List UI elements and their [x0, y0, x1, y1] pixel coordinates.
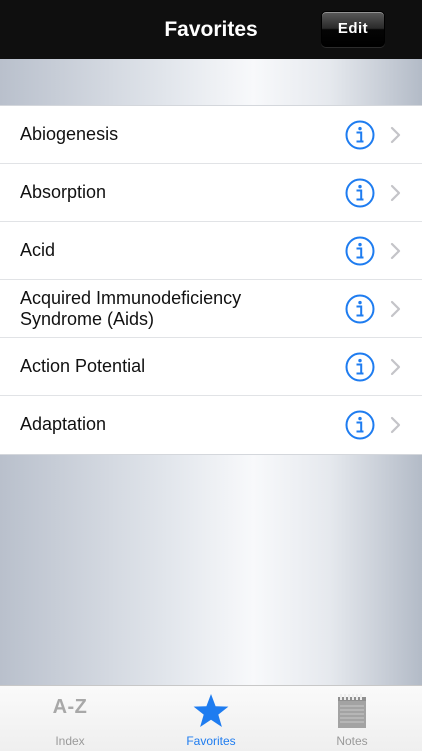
tab-bar: A-Z Index Favorites Notes — [0, 685, 422, 751]
info-icon[interactable] — [345, 410, 375, 440]
tab-notes[interactable]: Notes — [282, 686, 422, 751]
tab-index[interactable]: A-Z Index — [0, 686, 140, 751]
info-icon[interactable] — [345, 236, 375, 266]
chevron-right-icon — [390, 358, 401, 376]
tab-label: Notes — [336, 734, 368, 748]
list-item-label: Absorption — [20, 182, 107, 202]
info-icon[interactable] — [345, 294, 375, 324]
chevron-right-icon — [390, 242, 401, 260]
list-item[interactable]: Absorption — [0, 164, 422, 222]
list-item-label: Abiogenesis — [20, 124, 119, 144]
star-icon — [193, 694, 229, 727]
list-item[interactable]: Action Potential — [0, 338, 422, 396]
chevron-right-icon — [390, 416, 401, 434]
info-icon[interactable] — [345, 120, 375, 150]
chevron-right-icon — [390, 126, 401, 144]
list-item[interactable]: Acid — [0, 222, 422, 280]
chevron-right-icon — [390, 184, 401, 202]
list-item[interactable]: Adaptation — [0, 396, 422, 454]
notepad-icon — [338, 694, 366, 728]
list-item-label: Adaptation — [20, 414, 107, 434]
edit-button[interactable]: Edit — [321, 11, 385, 47]
list-item-label: Acid — [20, 240, 56, 260]
tab-label: Index — [55, 734, 85, 748]
tab-favorites[interactable]: Favorites — [141, 686, 281, 751]
chevron-right-icon — [390, 300, 401, 318]
info-icon[interactable] — [345, 178, 375, 208]
info-icon[interactable] — [345, 352, 375, 382]
tab-label: Favorites — [186, 734, 236, 748]
favorites-list: Abiogenesis Absorption Acid Acquired Imm… — [0, 105, 422, 455]
az-icon: A-Z — [52, 696, 88, 718]
list-item[interactable]: Acquired Immunodeficiency Syndrome (Aids… — [0, 280, 422, 338]
list-item-label: Acquired Immunodeficiency Syndrome (Aids… — [20, 287, 242, 329]
list-item-label: Action Potential — [20, 356, 146, 376]
navigation-bar: Favorites Edit — [0, 0, 422, 60]
list-item[interactable]: Abiogenesis — [0, 106, 422, 164]
